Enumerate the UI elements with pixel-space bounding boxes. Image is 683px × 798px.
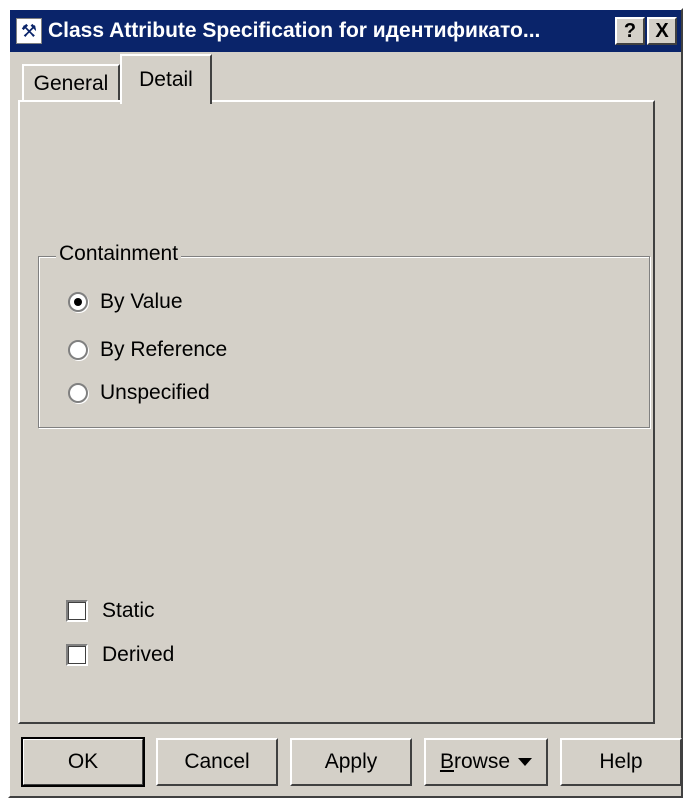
checkbox-static[interactable]: Static: [66, 599, 155, 623]
help-button[interactable]: ?: [615, 17, 645, 45]
containment-label: Containment: [56, 242, 182, 266]
tab-detail[interactable]: Detail: [120, 54, 212, 104]
title-bar[interactable]: ⚒ Class Attribute Specification for иден…: [10, 10, 681, 52]
apply-button-label: Apply: [324, 750, 378, 773]
radio-by-value[interactable]: By Value: [68, 290, 183, 314]
checkbox-icon[interactable]: [66, 600, 88, 622]
radio-by-reference-label: By Reference: [100, 338, 228, 361]
checkbox-icon[interactable]: [66, 644, 88, 666]
dropdown-arrow-icon: [518, 758, 533, 766]
checkbox-static-label: Static: [102, 599, 155, 622]
help-icon: ?: [623, 19, 637, 42]
radio-by-reference[interactable]: By Reference: [68, 338, 227, 362]
close-icon: X: [655, 19, 669, 42]
radio-unspecified[interactable]: Unspecified: [68, 381, 210, 405]
apply-button[interactable]: Apply: [290, 738, 412, 786]
browse-button-label: Browse: [439, 750, 511, 773]
checkbox-derived-label: Derived: [102, 643, 175, 666]
radio-selected-icon[interactable]: [68, 292, 88, 312]
checkbox-derived[interactable]: Derived: [66, 643, 174, 667]
tab-general-label: General: [33, 72, 109, 95]
cancel-button[interactable]: Cancel: [156, 738, 278, 786]
radio-unspecified-label: Unspecified: [100, 381, 210, 404]
app-icon: ⚒: [16, 18, 42, 44]
close-button[interactable]: X: [647, 17, 677, 45]
browse-button[interactable]: Browse: [424, 738, 548, 786]
radio-unselected-icon[interactable]: [68, 383, 88, 403]
cancel-button-label: Cancel: [184, 750, 250, 773]
ok-button-label: OK: [67, 750, 99, 773]
help-dialog-button[interactable]: Help: [560, 738, 682, 786]
radio-by-value-label: By Value: [100, 290, 183, 313]
radio-unselected-icon[interactable]: [68, 340, 88, 360]
window-title: Class Attribute Specification for иденти…: [48, 19, 541, 42]
tab-detail-label: Detail: [139, 68, 193, 91]
tab-general[interactable]: General: [22, 64, 120, 102]
help-dialog-button-label: Help: [599, 750, 643, 773]
ok-button[interactable]: OK: [21, 737, 145, 787]
